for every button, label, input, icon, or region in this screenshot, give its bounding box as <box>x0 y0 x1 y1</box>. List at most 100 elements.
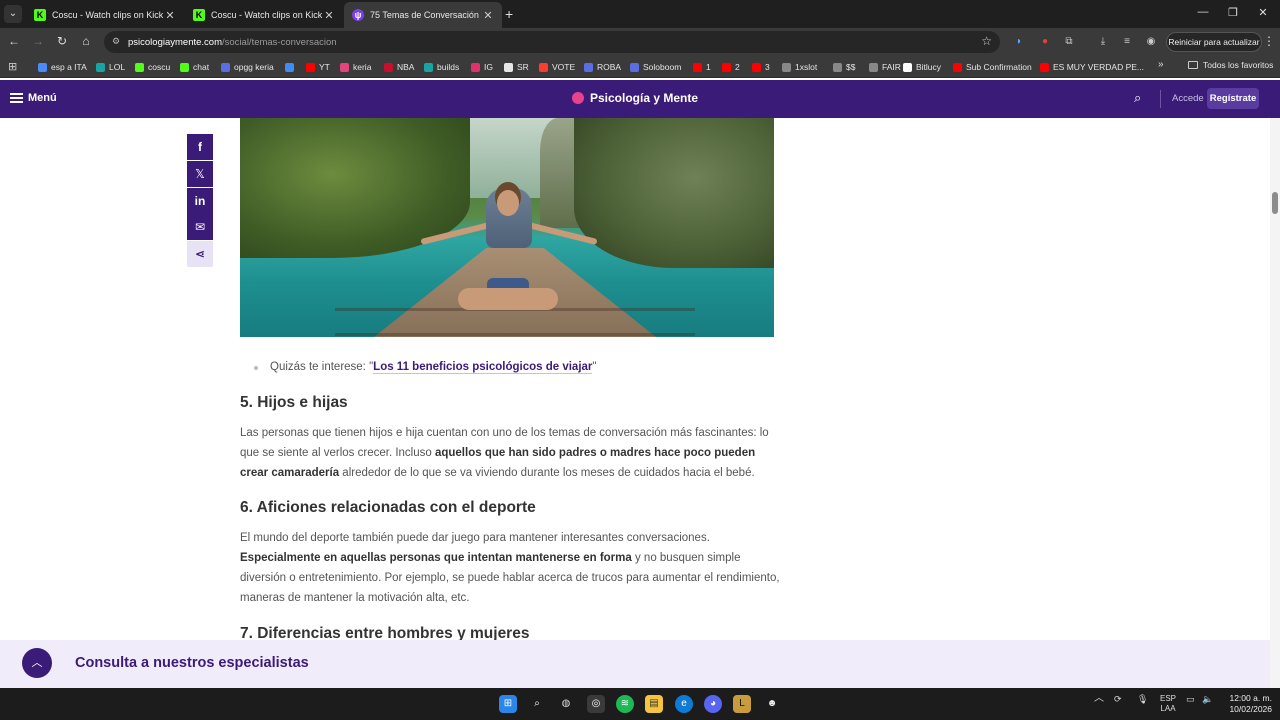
bookmark-item[interactable]: NBA <box>384 60 414 74</box>
signup-button[interactable]: Regístrate <box>1207 88 1259 109</box>
restore-icon[interactable]: ❐ <box>1226 6 1240 19</box>
bookmark-item[interactable] <box>285 60 298 74</box>
extension-icon[interactable]: ● <box>1038 35 1052 49</box>
section-heading-5: 5. Hijos e hijas <box>240 394 348 411</box>
bookmark-item[interactable]: opgg keria <box>221 60 274 74</box>
extensions-puzzle-icon[interactable]: ⧉ <box>1062 35 1076 49</box>
close-icon[interactable]: ✕ <box>164 9 176 22</box>
scrollbar-thumb[interactable] <box>1272 192 1278 214</box>
related-article-link[interactable]: Los 11 beneficios psicológicos de viajar <box>373 361 593 374</box>
login-link[interactable]: Accede <box>1172 93 1204 104</box>
app-icon[interactable]: ☻ <box>763 695 781 713</box>
reload-icon[interactable]: ↻ <box>54 34 70 48</box>
article-hero-image <box>240 118 774 337</box>
minimize-icon[interactable]: — <box>1196 6 1210 18</box>
bookmark-item[interactable]: coscu <box>135 60 170 74</box>
x-share-icon[interactable]: 𝕏 <box>187 161 213 187</box>
all-bookmarks-label: Todos los favoritos <box>1203 60 1274 70</box>
page-scrollbar[interactable] <box>1270 118 1280 688</box>
media-control-icon[interactable]: ≡ <box>1120 35 1134 49</box>
menu-button[interactable]: Menú <box>10 92 57 104</box>
site-logo[interactable]: Psicología y Mente <box>572 91 698 105</box>
new-tab-icon[interactable]: + <box>505 6 513 22</box>
specialists-banner[interactable]: ︿ Consulta a nuestros especialistas <box>0 640 1270 688</box>
banner-text: Consulta a nuestros especialistas <box>75 655 309 671</box>
bookmark-star-icon[interactable]: ☆ <box>981 34 992 48</box>
tab-title: Coscu - Watch clips on Kick <box>211 10 323 20</box>
tray-chevron-icon[interactable]: ︿ <box>1094 694 1104 704</box>
microphone-icon[interactable]: 🎙 <box>1137 694 1148 704</box>
app-icon[interactable]: ◍ <box>557 695 575 713</box>
tab-2[interactable]: K Coscu - Watch clips on Kick ✕ <box>185 2 343 28</box>
download-icon[interactable]: ⤓ <box>1096 35 1110 49</box>
bookmark-label: opgg keria <box>234 62 274 72</box>
search-icon[interactable]: ⌕ <box>1134 90 1141 106</box>
bookmark-item[interactable]: IG <box>471 60 493 74</box>
bookmark-item[interactable]: YT <box>306 60 330 74</box>
edge-icon[interactable]: e <box>675 695 693 713</box>
discord-icon[interactable]: ◕ <box>704 695 722 713</box>
league-client-icon[interactable]: L <box>733 695 751 713</box>
date: 10/02/2026 <box>1229 704 1272 714</box>
bookmark-item[interactable]: ES MUY VERDAD PE... <box>1040 60 1144 74</box>
tab-search-icon[interactable]: ⌄ <box>4 5 22 23</box>
volume-icon[interactable]: 🔈 <box>1202 694 1213 704</box>
bookmark-item[interactable]: Soloboom <box>630 60 681 74</box>
close-icon[interactable]: ✕ <box>482 9 494 22</box>
bookmark-item[interactable]: Bitlucy <box>903 60 941 74</box>
search-icon[interactable]: ⌕ <box>528 695 546 713</box>
bookmark-favicon-icon <box>471 62 480 72</box>
bookmark-label: 3 <box>765 62 770 72</box>
chevron-up-icon[interactable]: ︿ <box>22 648 52 678</box>
tray-app-icon[interactable]: ⟳ <box>1114 694 1122 704</box>
bookmark-item[interactable]: 1xslot <box>782 60 817 74</box>
share-icon[interactable]: ⋖ <box>187 241 213 267</box>
bookmark-item[interactable]: Sub Confirmation <box>953 60 1032 74</box>
bookmark-item[interactable]: esp a ITA <box>38 60 87 74</box>
bookmark-label: Soloboom <box>643 62 682 72</box>
browser-menu-icon[interactable]: ⋮ <box>1263 34 1275 48</box>
address-bar[interactable]: ⚙ psicologiaymente.com/social/temas-conv… <box>104 31 1000 53</box>
profile-avatar-icon[interactable]: ◉ <box>1144 35 1158 49</box>
more-bookmarks-icon[interactable]: » <box>1158 59 1164 70</box>
all-bookmarks-folder[interactable]: Todos los favoritos <box>1188 60 1273 70</box>
bookmark-item[interactable]: FAIR <box>869 60 901 74</box>
bookmark-label: $$ <box>846 62 856 72</box>
bookmark-item[interactable]: chat <box>180 60 209 74</box>
linkedin-share-icon[interactable]: in <box>187 188 213 214</box>
bookmark-item[interactable]: LOL <box>96 60 125 74</box>
restart-to-update-button[interactable]: Reiniciar para actualizar <box>1166 32 1262 52</box>
bookmark-item[interactable]: ROBA <box>584 60 621 74</box>
bookmark-item[interactable]: SR <box>504 60 529 74</box>
clock[interactable]: 12:00 a. m. 10/02/2026 <box>1222 693 1272 715</box>
tab-1[interactable]: K Coscu - Watch clips on Kick ✕ <box>26 2 184 28</box>
spotify-icon[interactable]: ≋ <box>616 695 634 713</box>
forward-icon[interactable]: → <box>30 34 46 48</box>
notes-icon[interactable]: ▤ <box>645 695 663 713</box>
email-share-icon[interactable]: ✉ <box>187 214 213 240</box>
extension-icon[interactable]: ◗ <box>1012 35 1026 49</box>
bookmark-item[interactable]: 2 <box>722 60 740 74</box>
bookmark-item[interactable]: 1 <box>693 60 711 74</box>
language-indicator[interactable]: ESP LAA <box>1157 694 1179 714</box>
chrome-icon[interactable]: ◎ <box>587 695 605 713</box>
tab-3-active[interactable]: ψ 75 Temas de Conversación intere ✕ <box>344 2 502 28</box>
site-info-icon[interactable]: ⚙ <box>112 36 120 47</box>
window-close-icon[interactable]: ✕ <box>1256 6 1270 19</box>
bookmark-item[interactable]: 3 <box>752 60 770 74</box>
bookmark-item[interactable]: $$ <box>833 60 855 74</box>
browser-tab-strip: ⌄ K Coscu - Watch clips on Kick ✕ K Cosc… <box>0 0 1280 28</box>
bookmark-item[interactable]: builds <box>424 60 459 74</box>
start-icon[interactable]: ⊞ <box>499 695 517 713</box>
bookmark-item[interactable]: keria <box>340 60 371 74</box>
apps-grid-icon[interactable]: ⊞ <box>8 60 17 73</box>
close-icon[interactable]: ✕ <box>323 9 335 22</box>
network-icon[interactable]: ▭ <box>1186 694 1195 704</box>
back-icon[interactable]: ← <box>6 34 22 48</box>
kick-icon: K <box>34 9 46 21</box>
facebook-share-icon[interactable]: f <box>187 134 213 160</box>
bookmark-favicon-icon <box>584 62 593 72</box>
bookmark-item[interactable]: VOTE <box>539 60 575 74</box>
home-icon[interactable]: ⌂ <box>78 34 94 48</box>
bookmark-label: chat <box>193 62 210 72</box>
